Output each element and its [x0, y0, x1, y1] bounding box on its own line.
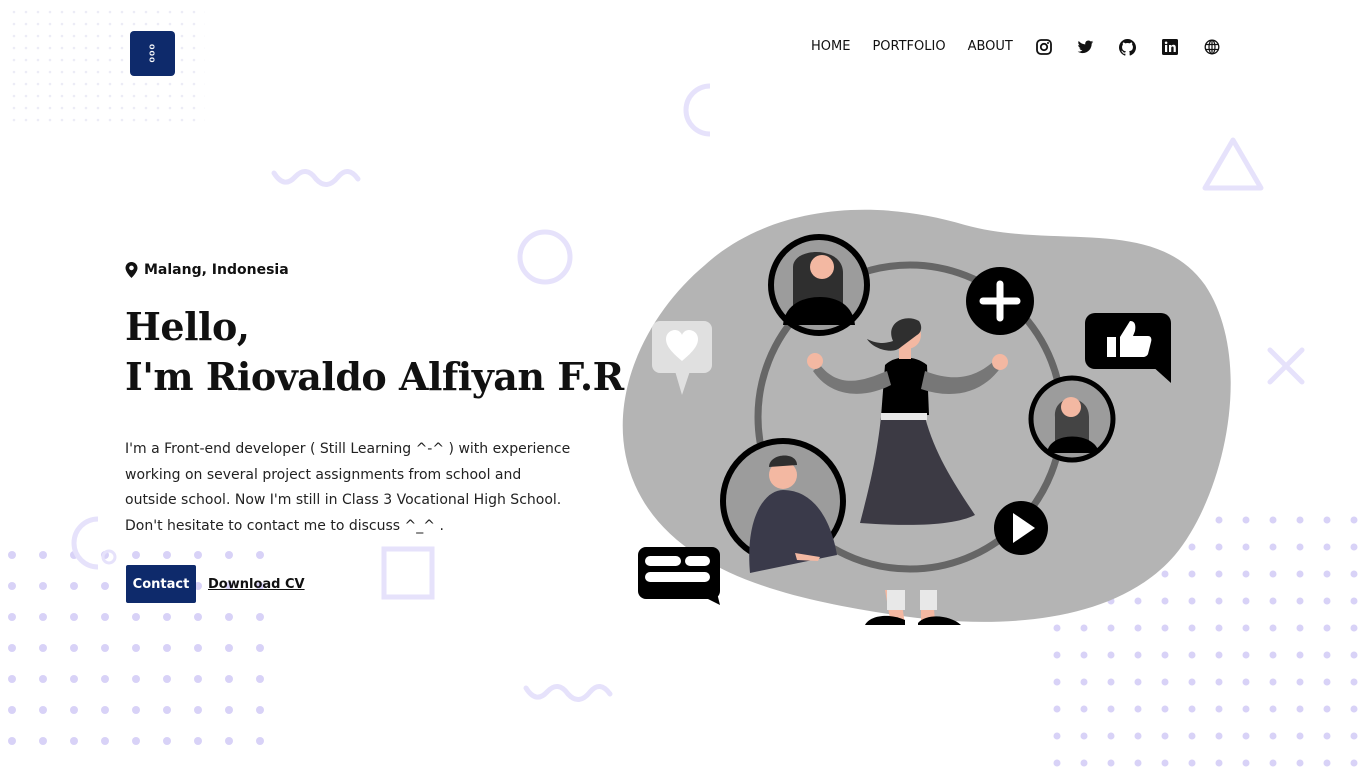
chat-bubble: [638, 547, 720, 605]
download-cv-link[interactable]: Download CV: [208, 565, 305, 603]
nav-home-link[interactable]: HOME: [811, 37, 850, 57]
location-text: Malang, Indonesia: [144, 262, 289, 278]
nav-portfolio-link[interactable]: PORTFOLIO: [872, 37, 945, 57]
deco-square: [381, 546, 435, 600]
deco-arc: [683, 83, 711, 137]
deco-triangle: [1202, 137, 1264, 191]
linkedin-icon[interactable]: [1161, 38, 1179, 56]
nav-about-link[interactable]: ABOUT: [968, 37, 1013, 57]
instagram-icon[interactable]: [1035, 38, 1053, 56]
hero-description: I'm a Front-end developer ( Still Learni…: [125, 441, 571, 534]
avatar-woman-top: [768, 234, 870, 336]
social-links: [1035, 38, 1221, 56]
deco-wave-bottom: [523, 684, 613, 702]
deco-arc-left: [71, 516, 99, 570]
main-nav: HOME PORTFOLIO ABOUT: [811, 36, 1221, 58]
location-label: Malang, Indonesia: [125, 262, 289, 278]
hero-name: I'm Riovaldo Alfiyan F.R: [125, 354, 624, 399]
twitter-icon[interactable]: [1077, 38, 1095, 56]
play-badge: [994, 501, 1048, 555]
dot-grid-top-left: [10, 8, 205, 128]
hero-illustration: [622, 209, 1231, 625]
plus-badge: [966, 267, 1034, 335]
deco-ring-small: [101, 549, 117, 565]
deco-wave-top: [271, 169, 361, 187]
brand-logo[interactable]: ooo: [130, 31, 175, 76]
contact-button[interactable]: Contact: [126, 565, 196, 603]
map-pin-icon: [125, 262, 138, 278]
deco-x: [1267, 347, 1305, 385]
globe-icon[interactable]: [1203, 38, 1221, 56]
github-icon[interactable]: [1119, 38, 1137, 56]
avatar-woman-right: [1028, 375, 1116, 463]
hero-greeting: Hello,: [125, 304, 250, 349]
hero-heading: Hello, I'm Riovaldo Alfiyan F.R: [125, 302, 624, 402]
deco-circle: [517, 229, 573, 285]
